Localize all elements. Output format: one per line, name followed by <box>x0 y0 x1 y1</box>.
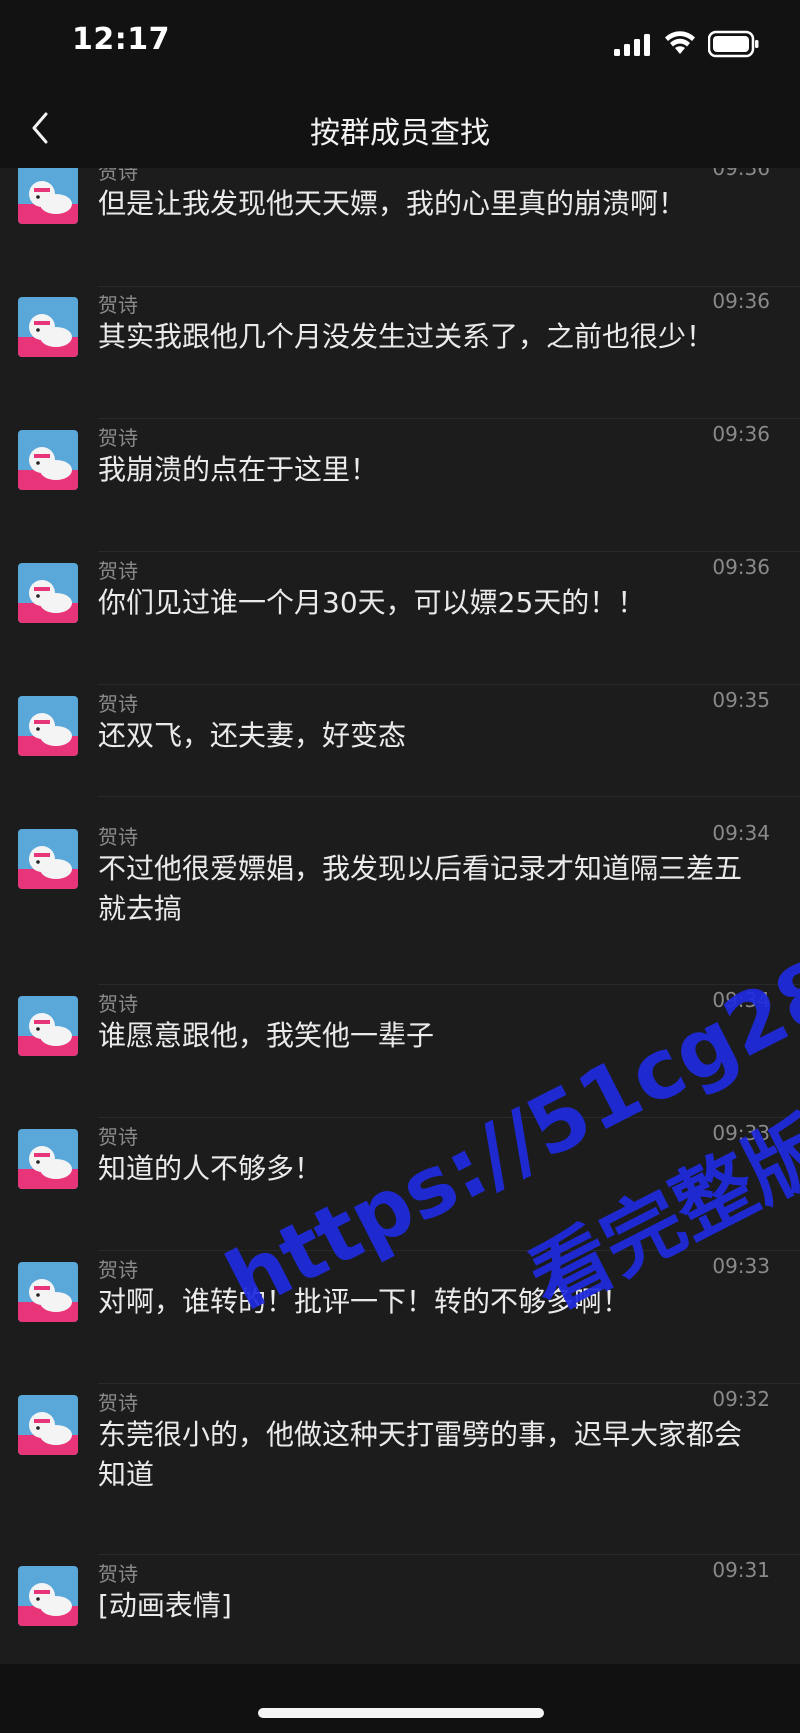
message-item[interactable]: 贺诗 09:34 不过他很爱嫖娼，我发现以后看记录才知道隔三差五就去搞 <box>0 821 800 991</box>
message-item[interactable]: 贺诗 09:34 谁愿意跟他，我笑他一辈子 <box>0 988 800 1118</box>
sender-name: 贺诗 <box>98 559 138 583</box>
divider <box>98 1117 800 1118</box>
message-text: 知道的人不够多！ <box>98 1152 323 1185</box>
message-text: 我崩溃的点在于这里！ <box>98 453 379 486</box>
message-item[interactable]: 贺诗 09:36 你们见过谁一个月30天，可以嫖25天的！！ <box>0 555 800 685</box>
user-avatar[interactable] <box>18 1395 78 1455</box>
sender-name: 贺诗 <box>98 168 138 184</box>
message-text: 对啊，谁转的！批评一下！转的不够多啊！ <box>98 1285 631 1318</box>
message-time: 09:32 <box>712 1387 770 1411</box>
cellular-signal-icon <box>614 34 650 56</box>
message-text: 还双飞，还夫妻，好变态 <box>98 719 407 752</box>
message-item[interactable]: 贺诗 09:33 知道的人不够多！ <box>0 1121 800 1251</box>
user-avatar[interactable] <box>18 1566 78 1626</box>
divider <box>98 418 800 419</box>
sender-name: 贺诗 <box>98 1562 138 1586</box>
sender-name: 贺诗 <box>98 426 138 450</box>
message-text: 东莞很小的，他做这种天打雷劈的事，迟早大家都会知道 <box>98 1418 743 1491</box>
page-title: 按群成员查找 <box>310 116 490 151</box>
message-item[interactable]: 贺诗 09:33 对啊，谁转的！批评一下！转的不够多啊！ <box>0 1254 800 1384</box>
user-avatar[interactable] <box>18 829 78 889</box>
divider <box>98 684 800 685</box>
home-indicator[interactable] <box>258 1708 544 1718</box>
message-time: 09:36 <box>712 422 770 446</box>
message-text: 谁愿意跟他，我笑他一辈子 <box>98 1019 435 1052</box>
message-time: 09:33 <box>712 1254 770 1278</box>
message-time: 09:36 <box>712 289 770 313</box>
message-item[interactable]: 贺诗 09:32 东莞很小的，他做这种天打雷劈的事，迟早大家都会知道 <box>0 1387 800 1557</box>
message-time: 09:36 <box>712 168 770 180</box>
message-item[interactable]: 贺诗 09:36 其实我跟他几个月没发生过关系了，之前也很少！ <box>0 289 800 419</box>
divider <box>98 551 800 552</box>
divider <box>98 286 800 287</box>
user-avatar[interactable] <box>18 1129 78 1189</box>
user-avatar[interactable] <box>18 430 78 490</box>
divider <box>98 796 800 797</box>
message-item[interactable]: 贺诗 09:36 但是让我发现他天天嫖，我的心里真的崩溃啊！ <box>0 168 800 286</box>
message-time: 09:34 <box>712 821 770 845</box>
user-avatar[interactable] <box>18 168 78 224</box>
sender-name: 贺诗 <box>98 293 138 317</box>
divider <box>98 1250 800 1251</box>
message-time: 09:31 <box>712 1558 770 1582</box>
message-time: 09:33 <box>712 1121 770 1145</box>
wifi-icon <box>665 31 695 54</box>
message-text: [动画表情] <box>98 1589 232 1622</box>
divider <box>98 1554 800 1555</box>
sender-name: 贺诗 <box>98 692 138 716</box>
bottom-area <box>0 1664 800 1733</box>
sender-name: 贺诗 <box>98 1258 138 1282</box>
status-time: 12:17 <box>72 22 170 57</box>
message-text: 你们见过谁一个月30天，可以嫖25天的！！ <box>98 586 646 619</box>
message-text: 但是让我发现他天天嫖，我的心里真的崩溃啊！ <box>98 187 687 220</box>
divider <box>98 1383 800 1384</box>
message-text: 不过他很爱嫖娼，我发现以后看记录才知道隔三差五就去搞 <box>98 852 743 925</box>
user-avatar[interactable] <box>18 1262 78 1322</box>
message-item[interactable]: 贺诗 09:36 我崩溃的点在于这里！ <box>0 422 800 552</box>
sender-name: 贺诗 <box>98 992 138 1016</box>
sender-name: 贺诗 <box>98 825 138 849</box>
message-item[interactable]: 贺诗 09:31 [动画表情] <box>0 1558 800 1664</box>
user-avatar[interactable] <box>18 696 78 756</box>
search-results-list[interactable]: 贺诗 09:36 但是让我发现他天天嫖，我的心里真的崩溃啊！ 贺诗 09:36 … <box>0 168 800 1664</box>
user-avatar[interactable] <box>18 563 78 623</box>
status-bar: 12:17 <box>0 0 800 90</box>
message-item[interactable]: 贺诗 09:35 还双飞，还夫妻，好变态 <box>0 688 800 818</box>
message-time: 09:35 <box>712 688 770 712</box>
message-time: 09:34 <box>712 988 770 1012</box>
user-avatar[interactable] <box>18 297 78 357</box>
battery-icon <box>708 30 759 58</box>
user-avatar[interactable] <box>18 996 78 1056</box>
message-text: 其实我跟他几个月没发生过关系了，之前也很少！ <box>98 320 715 353</box>
divider <box>98 984 800 985</box>
sender-name: 贺诗 <box>98 1391 138 1415</box>
sender-name: 贺诗 <box>98 1125 138 1149</box>
message-time: 09:36 <box>712 555 770 579</box>
navigation-bar: 按群成员查找 <box>0 90 800 168</box>
